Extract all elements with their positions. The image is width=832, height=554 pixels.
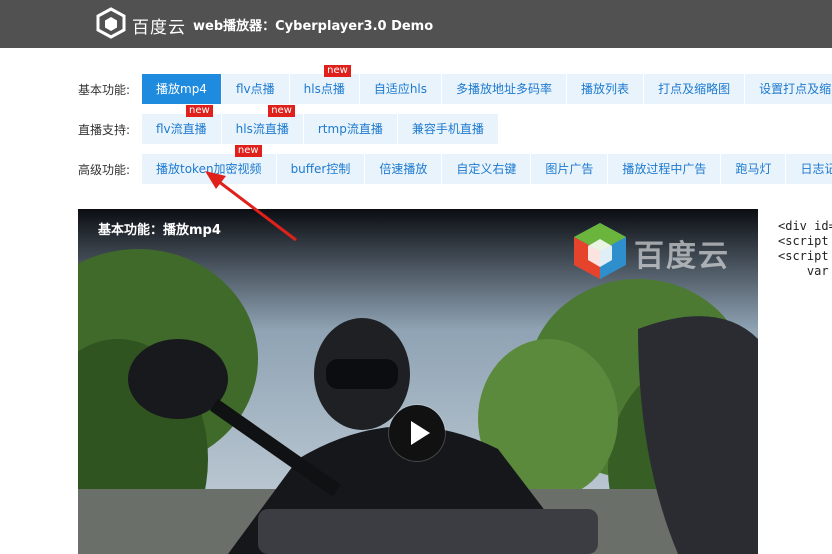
- play-button[interactable]: [389, 405, 445, 461]
- baidu-cloud-watermark: 百度云: [572, 221, 730, 285]
- code-line: <script: [778, 234, 832, 248]
- row-basic-features: 基本功能: 播放mp4 flv点播 hls点播 new 自适应hls 多播放地址多…: [78, 65, 832, 104]
- tab-mobile-live[interactable]: 兼容手机直播: [397, 114, 499, 144]
- tab-adaptive-hls[interactable]: 自适应hls: [359, 74, 443, 104]
- tab-markers-thumbnails[interactable]: 打点及缩略图: [644, 74, 746, 104]
- tab-rtmp-live[interactable]: rtmp流直播: [303, 114, 398, 144]
- code-line: <script: [778, 249, 832, 263]
- tab-token-encrypted[interactable]: 播放token加密视频 new: [142, 145, 277, 184]
- tab-flv-vod[interactable]: flv点播: [221, 74, 290, 104]
- row-label: 基本功能:: [78, 82, 131, 97]
- logo-text: 百度云: [132, 17, 186, 38]
- play-icon: [411, 421, 430, 445]
- cube-logo-icon: [96, 7, 126, 43]
- tab-play-mp4[interactable]: 播放mp4: [142, 74, 222, 104]
- tab-multi-source[interactable]: 多播放地址多码率: [442, 74, 568, 104]
- row-advanced-features: 高级功能: 播放token加密视频 new buffer控制 倍速播放 自定义右键…: [78, 145, 832, 184]
- code-panel: <div id= <script <script var: [766, 209, 832, 554]
- watermark-text: 百度云: [634, 239, 730, 274]
- new-badge: new: [268, 105, 295, 117]
- top-header: 百度云 web播放器：Cyberplayer3.0 Demo: [0, 0, 832, 48]
- baidu-cloud-logo[interactable]: 百度云: [96, 7, 186, 43]
- tab-set-markers[interactable]: 设置打点及缩: [745, 74, 832, 104]
- video-player[interactable]: 基本功能：播放mp4 百度云: [78, 209, 758, 554]
- new-badge: new: [234, 145, 262, 157]
- page-title: web播放器：Cyberplayer3.0 Demo: [193, 19, 434, 34]
- tab-buffer-control[interactable]: buffer控制: [276, 154, 366, 184]
- tab-midroll-ad[interactable]: 播放过程中广告: [608, 154, 722, 184]
- row-label: 高级功能:: [78, 162, 131, 177]
- tab-logging[interactable]: 日志记录: [786, 154, 832, 184]
- new-badge: new: [186, 105, 213, 117]
- code-line: <div id=: [778, 219, 832, 233]
- tab-custom-context-menu[interactable]: 自定义右键: [442, 154, 532, 184]
- tab-flv-live[interactable]: flv流直播 new: [142, 105, 222, 144]
- video-title: 基本功能：播放mp4: [98, 223, 221, 238]
- baidu-cube-icon: [572, 221, 628, 285]
- tab-playlist[interactable]: 播放列表: [567, 74, 645, 104]
- new-badge: new: [324, 65, 351, 77]
- tab-hls-vod[interactable]: hls点播 new: [289, 65, 360, 104]
- code-line: var: [778, 264, 832, 278]
- tab-marquee[interactable]: 跑马灯: [721, 154, 787, 184]
- tab-speed-playback[interactable]: 倍速播放: [365, 154, 443, 184]
- tab-image-ad[interactable]: 图片广告: [531, 154, 609, 184]
- row-live-support: 直播支持: flv流直播 new hls流直播 new rtmp流直播 兼容手机直播: [78, 105, 499, 144]
- tab-hls-live[interactable]: hls流直播 new: [221, 105, 304, 144]
- row-label: 直播支持:: [78, 122, 131, 137]
